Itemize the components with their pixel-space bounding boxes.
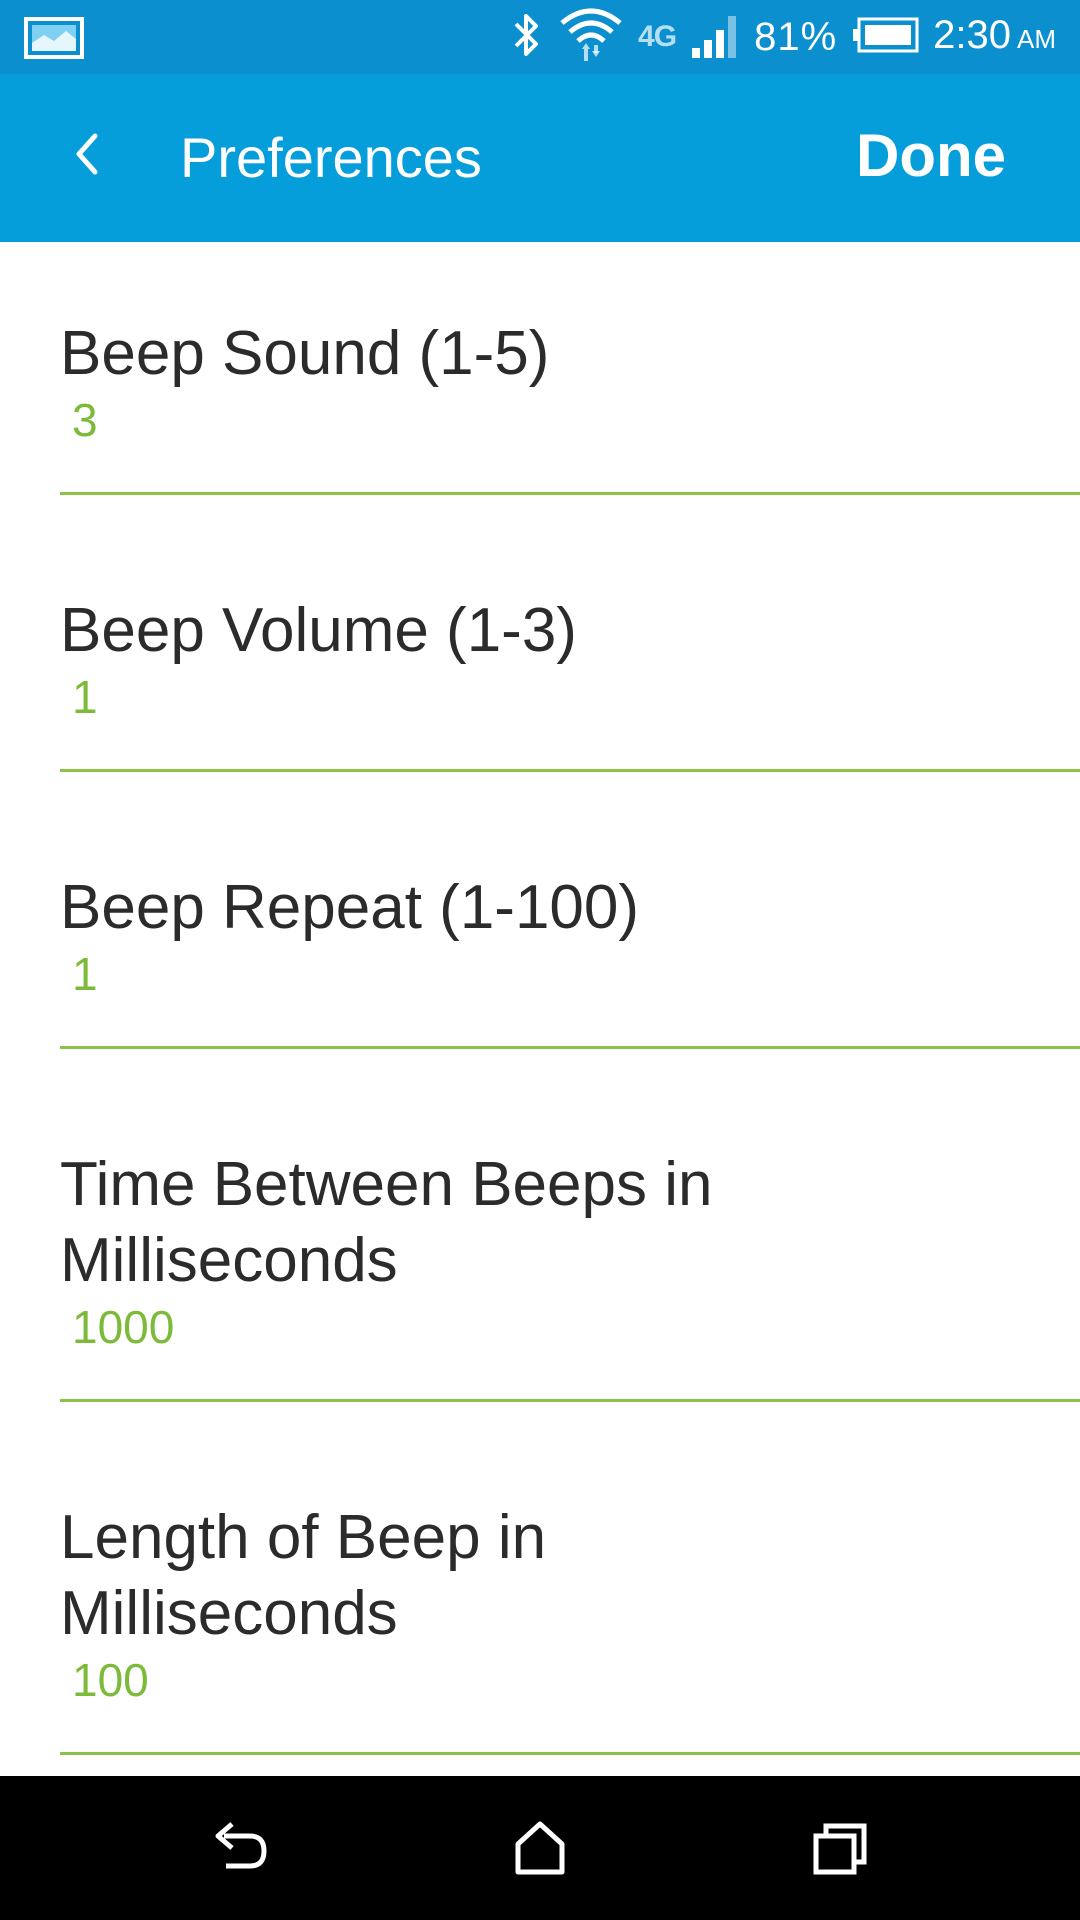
clock-time: 2:30 <box>933 13 1011 57</box>
wifi-icon <box>558 5 624 70</box>
done-button[interactable]: Done <box>856 124 1006 188</box>
nav-home-button[interactable] <box>510 1818 570 1878</box>
battery-percent: 81% <box>754 15 838 59</box>
pref-value: 1000 <box>72 1301 175 1353</box>
network-type-label: 4G <box>638 20 677 53</box>
clock: 2:30 AM <box>933 0 1056 76</box>
pref-beep-volume[interactable]: Beep Volume (1-3) 1 <box>60 495 1080 772</box>
pref-beep-repeat[interactable]: Beep Repeat (1-100) 1 <box>60 772 1080 1049</box>
image-notification-icon <box>24 17 84 64</box>
pref-beep-sound[interactable]: Beep Sound (1-5) 3 <box>60 242 1080 495</box>
pref-value: 3 <box>72 394 98 446</box>
chevron-left-icon <box>76 133 98 175</box>
pref-time-between-beeps[interactable]: Time Between Beeps in Milliseconds 1000 <box>60 1049 1080 1402</box>
system-nav-bar <box>0 1776 1080 1920</box>
back-button[interactable] <box>56 124 116 184</box>
status-icons: 4G 81% 2:30 AM <box>496 0 1056 74</box>
pref-label: Beep Repeat (1-100) <box>60 873 640 942</box>
pref-value: 1 <box>72 948 98 1000</box>
app-bar: Preferences Done <box>0 74 1080 242</box>
pref-label: Beep Sound (1-5) <box>60 319 550 388</box>
bluetooth-icon <box>510 10 544 65</box>
pref-label: Time Between Beeps in Milliseconds <box>60 1150 713 1295</box>
status-bar: 4G 81% 2:30 AM <box>0 0 1080 74</box>
pref-value: 1 <box>72 671 98 723</box>
pref-label: Beep Volume (1-3) <box>60 596 577 665</box>
battery-icon <box>851 17 919 58</box>
home-icon <box>515 1821 565 1875</box>
nav-back-button[interactable] <box>210 1818 270 1878</box>
pref-value: 100 <box>72 1654 149 1706</box>
nav-recents-button[interactable] <box>810 1818 870 1878</box>
pref-length-of-beep[interactable]: Length of Beep in Milliseconds 100 <box>60 1402 1080 1755</box>
back-arrow-icon <box>215 1822 267 1869</box>
recents-icon <box>813 1823 867 1875</box>
clock-am-pm: AM <box>1017 24 1056 54</box>
page-title: Preferences <box>180 126 482 189</box>
pref-label: Length of Beep in Milliseconds <box>60 1503 547 1648</box>
signal-icon <box>690 12 740 63</box>
preferences-list: Beep Sound (1-5) 3 Beep Volume (1-3) 1 B… <box>0 242 1080 1755</box>
